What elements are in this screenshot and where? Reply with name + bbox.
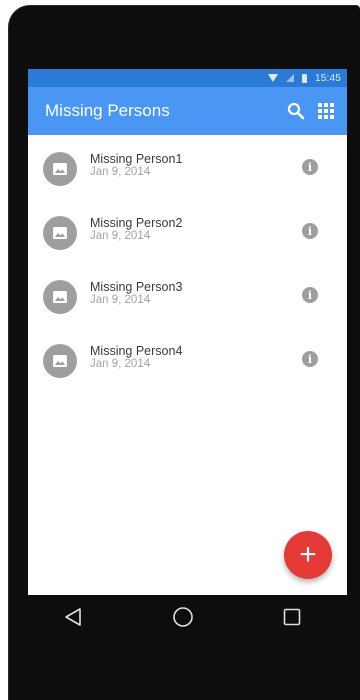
app-bar: Missing Persons: [28, 87, 347, 135]
list-item-text: Missing Person2 Jan 9, 2014: [90, 216, 302, 243]
search-button[interactable]: [281, 87, 311, 135]
avatar: [43, 280, 77, 314]
person-date: Jan 9, 2014: [90, 293, 151, 306]
back-triangle-icon: [65, 608, 81, 626]
person-date: Jan 9, 2014: [90, 357, 151, 370]
back-button[interactable]: [18, 595, 128, 639]
signal-icon: [285, 74, 294, 82]
person-name: Missing Person3: [90, 279, 183, 294]
add-person-button[interactable]: +: [284, 531, 332, 579]
avatar: [43, 152, 77, 186]
avatar: [43, 216, 77, 250]
info-icon[interactable]: i: [302, 351, 318, 367]
list-item-text: Missing Person4 Jan 9, 2014: [90, 344, 302, 371]
info-icon[interactable]: i: [302, 287, 318, 303]
info-icon[interactable]: i: [302, 159, 318, 175]
list-item[interactable]: Missing Person4 Jan 9, 2014 i: [28, 327, 347, 391]
apps-grid-icon: [318, 103, 334, 119]
avatar: [43, 344, 77, 378]
image-icon: [53, 355, 67, 367]
home-button[interactable]: [128, 595, 238, 639]
wifi-icon: [267, 74, 278, 82]
page-title: Missing Persons: [45, 101, 170, 120]
status-clock: 15:45: [314, 72, 341, 84]
list-item-text: Missing Person3 Jan 9, 2014: [90, 280, 302, 307]
list-item[interactable]: Missing Person3 Jan 9, 2014 i: [28, 263, 347, 327]
missing-persons-list: Missing Person1 Jan 9, 2014 i Missing Pe…: [28, 135, 347, 391]
status-bar: 15:45: [28, 69, 347, 87]
app-screen: 15:45 Missing Persons Missing Person1 Ja…: [28, 69, 347, 595]
person-name: Missing Person4: [90, 343, 183, 358]
list-item-text: Missing Person1 Jan 9, 2014: [90, 152, 302, 179]
battery-icon: [301, 73, 307, 83]
image-icon: [53, 163, 67, 175]
apps-grid-button[interactable]: [311, 87, 341, 135]
person-name: Missing Person1: [90, 151, 183, 166]
person-date: Jan 9, 2014: [90, 229, 151, 242]
recents-button[interactable]: [237, 595, 347, 639]
person-name: Missing Person2: [90, 215, 183, 230]
image-icon: [53, 227, 67, 239]
image-icon: [53, 291, 67, 303]
list-item[interactable]: Missing Person1 Jan 9, 2014 i: [28, 135, 347, 199]
system-nav-bar: [28, 595, 347, 639]
search-icon: [287, 102, 305, 120]
home-circle-icon: [172, 607, 193, 627]
list-item[interactable]: Missing Person2 Jan 9, 2014 i: [28, 199, 347, 263]
person-date: Jan 9, 2014: [90, 165, 151, 178]
recents-square-icon: [283, 608, 301, 626]
info-icon[interactable]: i: [302, 223, 318, 239]
